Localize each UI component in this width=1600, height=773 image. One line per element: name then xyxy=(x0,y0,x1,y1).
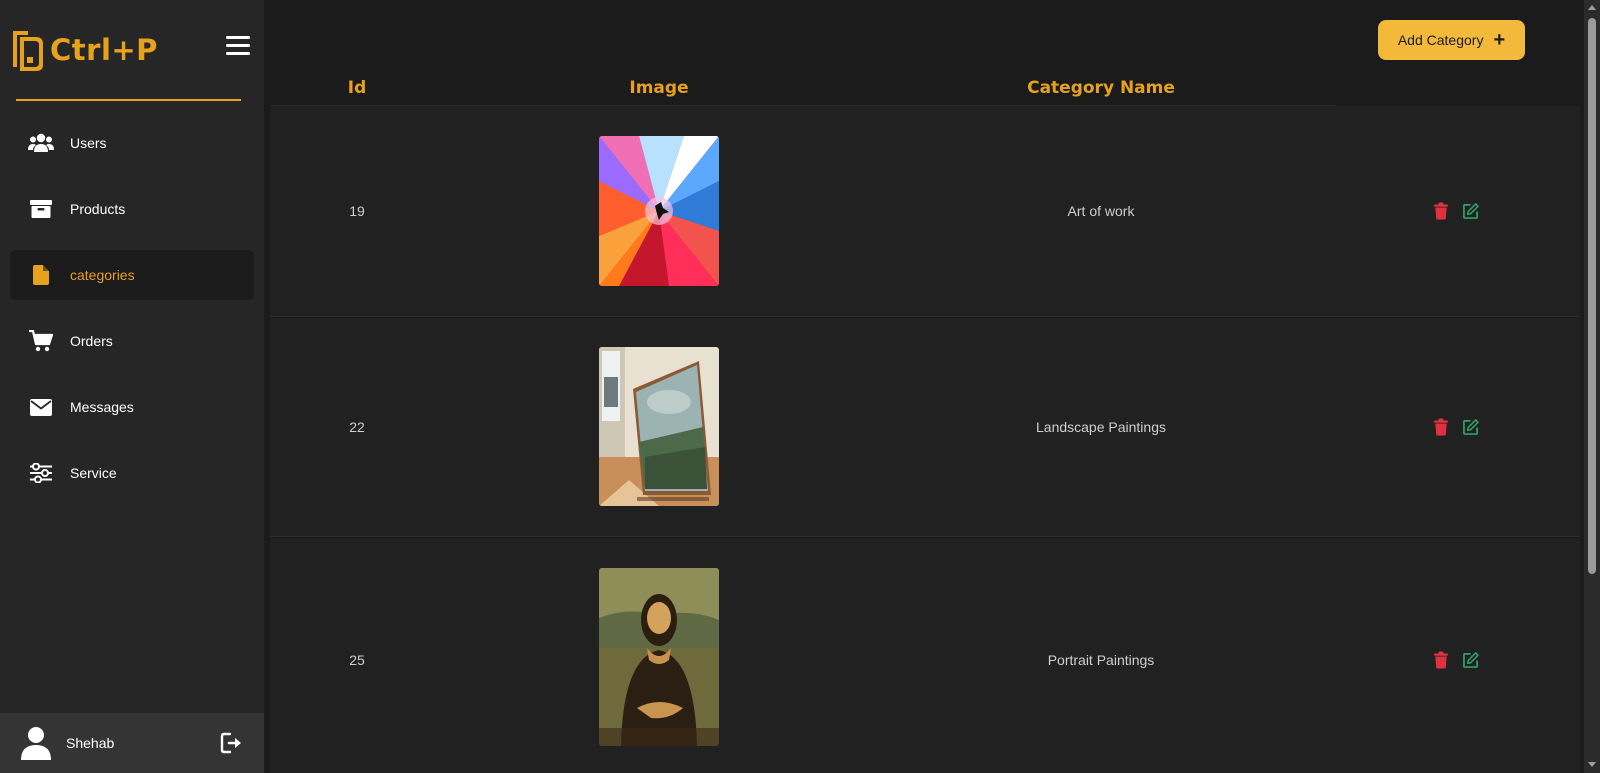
row-category-name: Portrait Paintings xyxy=(1047,652,1155,669)
sidebar: Ctrl+P Users Products categories Orders … xyxy=(0,0,264,773)
sidebar-item-label: categories xyxy=(70,267,135,283)
logout-icon[interactable] xyxy=(220,731,244,755)
sidebar-nav: Users Products categories Orders Message… xyxy=(10,118,254,514)
trash-icon[interactable] xyxy=(1433,202,1449,220)
scrollbar-thumb[interactable] xyxy=(1588,18,1596,574)
app-root: Ctrl+P Users Products categories Orders … xyxy=(0,0,1600,773)
table-row: 19 Art of work xyxy=(270,106,1580,317)
row-id: 19 xyxy=(349,203,365,219)
sidebar-item-categories[interactable]: categories xyxy=(10,250,254,300)
row-actions xyxy=(1433,651,1479,669)
landscape-painting-by-window-image xyxy=(599,347,719,506)
brand-name: Ctrl+P xyxy=(50,33,158,67)
mona-lisa-portrait-image xyxy=(599,568,719,746)
file-icon xyxy=(28,264,54,286)
row-category-name: Landscape Paintings xyxy=(1036,419,1166,435)
sidebar-item-label: Users xyxy=(70,135,107,151)
brand-divider xyxy=(16,99,241,101)
user-bar: Shehab xyxy=(0,713,264,773)
column-header-category-name: Category Name xyxy=(1027,78,1175,98)
menu-toggle-icon[interactable] xyxy=(226,36,250,58)
column-header-id: Id xyxy=(347,78,367,98)
sidebar-item-orders[interactable]: Orders xyxy=(10,316,254,366)
add-category-label: Add Category xyxy=(1397,32,1484,48)
sidebar-item-label: Products xyxy=(70,201,126,217)
sliders-icon xyxy=(28,462,54,484)
scroll-down-arrow-icon[interactable] xyxy=(1588,762,1596,767)
envelope-icon xyxy=(28,396,54,418)
edit-icon[interactable] xyxy=(1463,652,1479,669)
main-content: Add Category + Id Image Category Name 19 xyxy=(264,0,1584,773)
table-row: 25 Portrait Paintings xyxy=(270,538,1580,773)
users-icon xyxy=(28,132,54,154)
sidebar-item-label: Service xyxy=(70,465,117,481)
table-row: 22 Landscape Paintings xyxy=(270,318,1580,537)
sidebar-item-messages[interactable]: Messages xyxy=(10,382,254,432)
avatar[interactable] xyxy=(20,726,52,760)
cart-icon xyxy=(28,330,54,352)
abstract-color-explosion-image xyxy=(599,136,719,286)
sidebar-item-users[interactable]: Users xyxy=(10,118,254,168)
edit-icon[interactable] xyxy=(1463,419,1479,436)
sidebar-item-label: Orders xyxy=(70,333,113,349)
row-id: 22 xyxy=(349,419,365,435)
trash-icon[interactable] xyxy=(1433,418,1449,436)
add-category-button[interactable]: Add Category + xyxy=(1378,20,1525,60)
sidebar-item-service[interactable]: Service xyxy=(10,448,254,498)
column-header-image: Image xyxy=(629,78,689,98)
logo-mark-icon xyxy=(13,31,43,71)
row-actions xyxy=(1433,418,1479,436)
scroll-up-arrow-icon[interactable] xyxy=(1588,5,1596,10)
edit-icon[interactable] xyxy=(1463,203,1479,220)
scrollbar[interactable] xyxy=(1584,0,1600,773)
user-name: Shehab xyxy=(66,735,115,751)
sidebar-item-label: Messages xyxy=(70,399,134,415)
row-actions xyxy=(1433,202,1479,220)
archive-box-icon xyxy=(28,198,54,220)
row-id: 25 xyxy=(349,652,365,669)
sidebar-item-products[interactable]: Products xyxy=(10,184,254,234)
trash-icon[interactable] xyxy=(1433,651,1449,669)
brand-logo[interactable]: Ctrl+P xyxy=(10,26,158,74)
plus-icon: + xyxy=(1493,29,1506,51)
table-header: Id Image Category Name xyxy=(270,78,1336,106)
row-category-name: Art of work xyxy=(1067,203,1135,219)
